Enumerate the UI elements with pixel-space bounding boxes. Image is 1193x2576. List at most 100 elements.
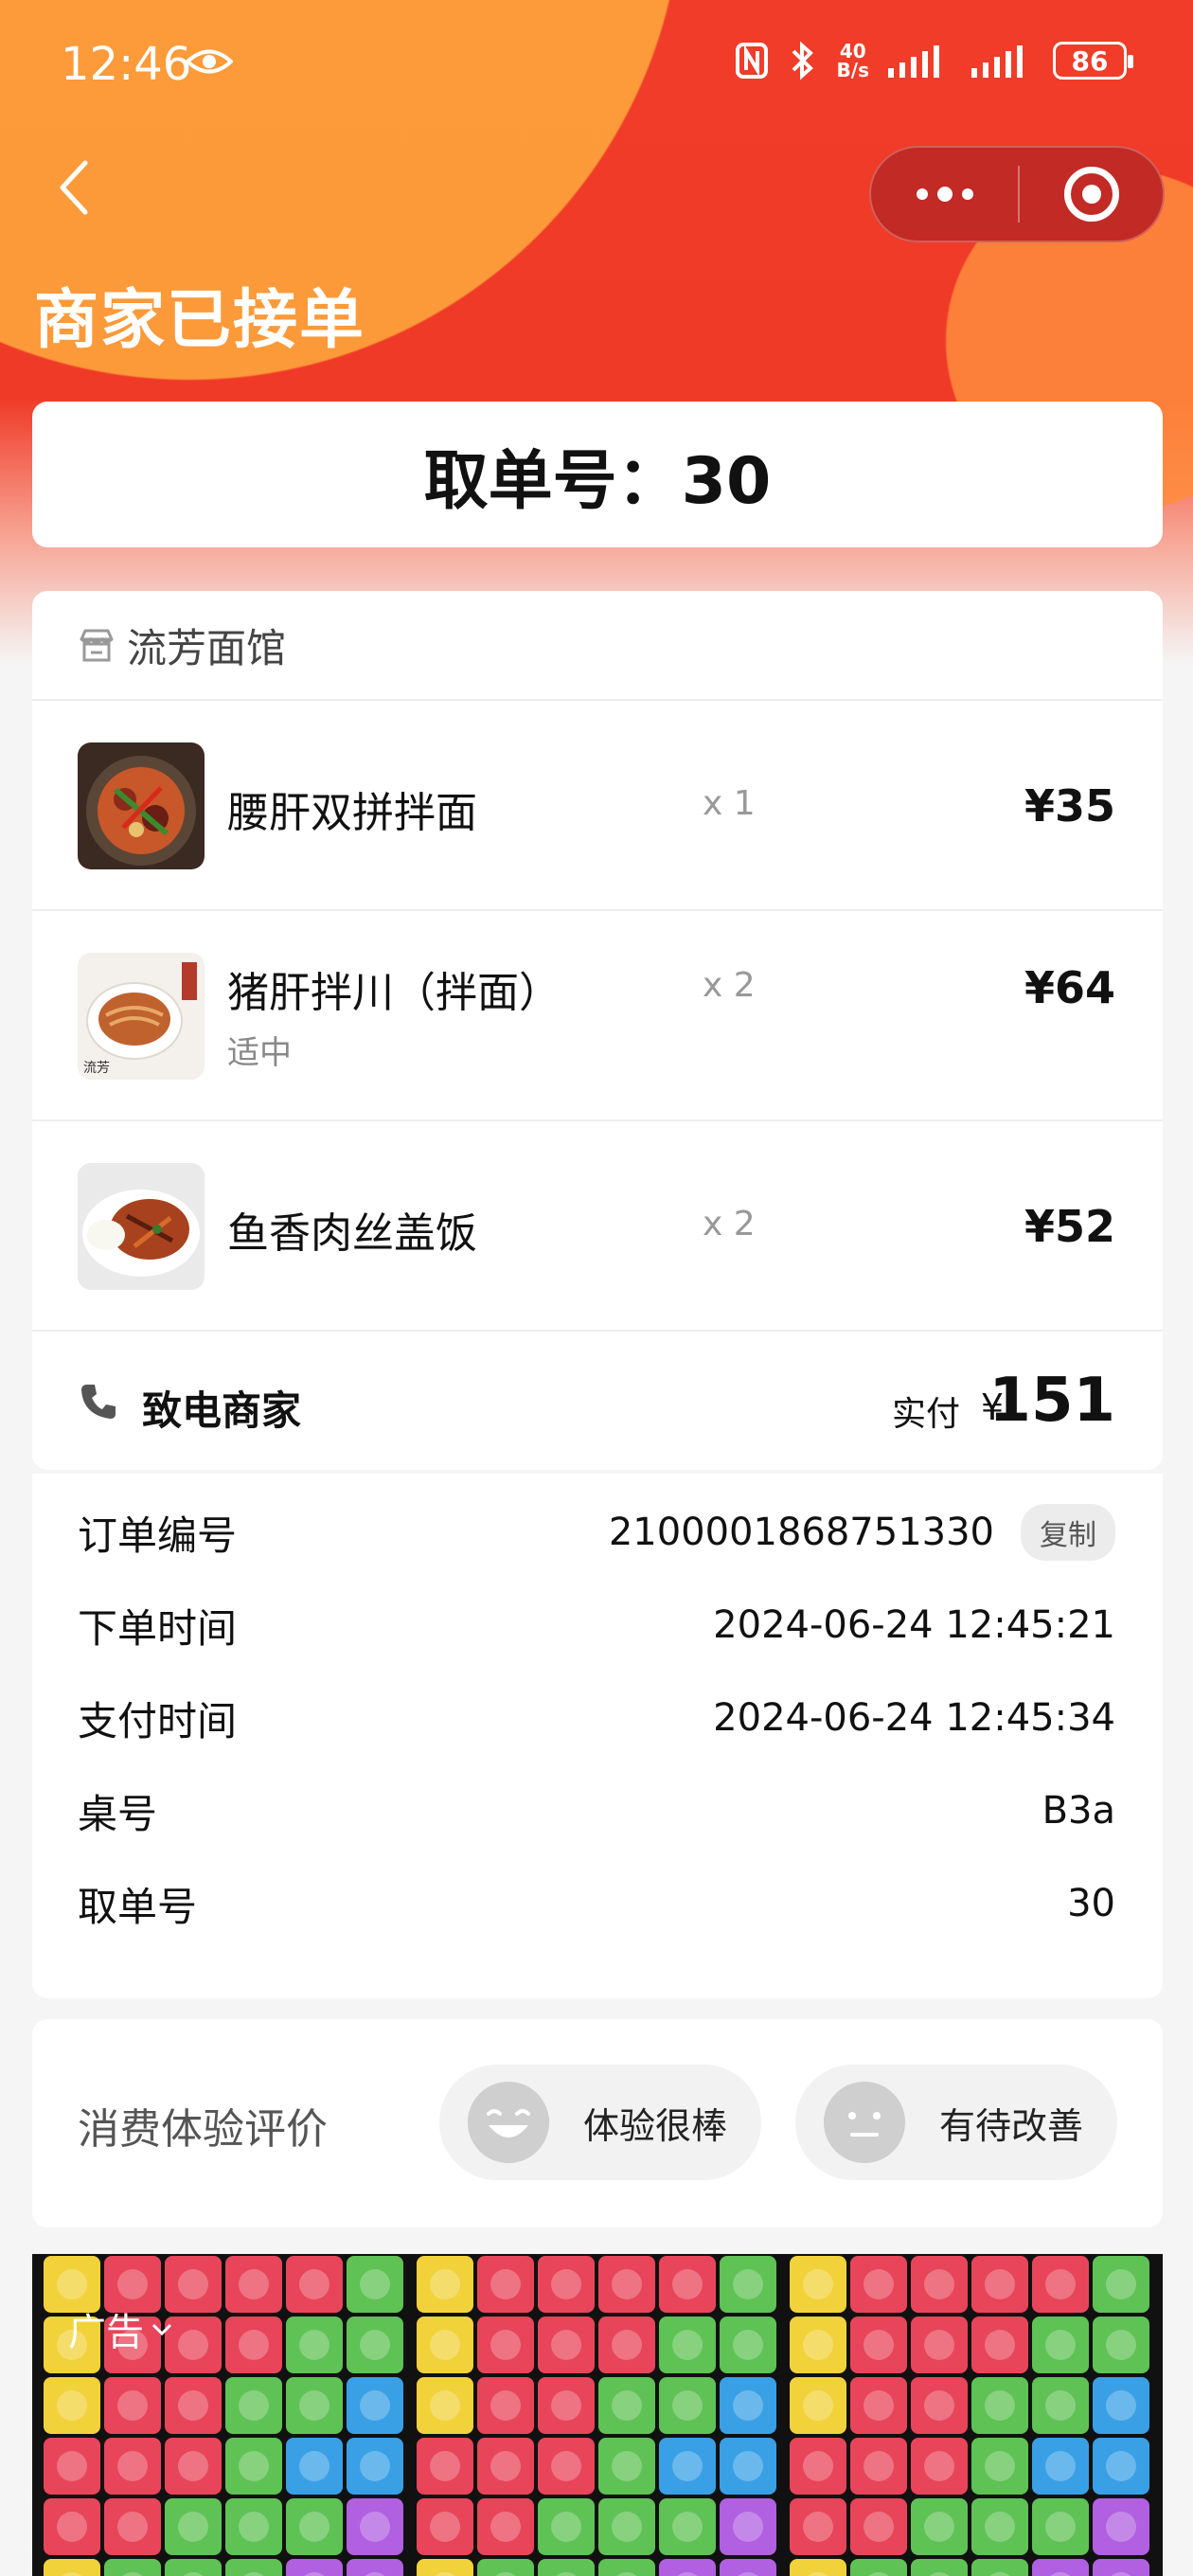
ad-tile-glyph	[612, 2512, 642, 2542]
shop-header[interactable]: 流芳面馆	[32, 591, 1163, 701]
ad-label-text: 广告	[68, 2311, 144, 2354]
ad-tile-glyph	[924, 2390, 954, 2421]
detail-value: 30	[1067, 1882, 1115, 1925]
ad-tile-glyph	[117, 2390, 148, 2421]
ad-tile-glyph	[733, 2390, 763, 2421]
ad-tile-glyph	[551, 2330, 581, 2360]
paid-label: 实付	[891, 1395, 960, 1434]
detail-value: B3a	[1042, 1789, 1115, 1833]
ad-tile-glyph	[803, 2269, 833, 2299]
store-icon	[80, 629, 114, 662]
dish-name: 鱼香肉丝盖饭	[227, 1209, 477, 1258]
dish-price: ¥52	[1024, 1201, 1115, 1252]
order-item: 鱼香肉丝盖饭 x 2 ¥52	[32, 1121, 1163, 1332]
detail-key: 订单编号	[78, 1512, 238, 1559]
ad-tile-glyph	[57, 2512, 87, 2542]
page-title: 商家已接单	[34, 283, 366, 358]
ad-tile-glyph	[360, 2269, 390, 2299]
total-amount: 151	[988, 1366, 1115, 1436]
back-arrow-icon[interactable]	[55, 157, 93, 218]
ad-tile-glyph	[360, 2330, 390, 2360]
miniprogram-capsule	[869, 146, 1165, 242]
order-item: 腰肝双拼拌面 x 1 ¥35	[32, 701, 1163, 911]
dish-quantity: x 2	[703, 1205, 756, 1243]
ad-tile-glyph	[672, 2390, 703, 2421]
payment-summary: 致电商家 实付 ¥ 151	[32, 1332, 1163, 1470]
detail-row-order-number: 订单编号 2100001868751330 复制	[78, 1504, 1115, 1561]
dish-name: 腰肝双拼拌面	[227, 789, 477, 837]
ad-tile-glyph	[1045, 2269, 1076, 2299]
detail-key: 支付时间	[78, 1697, 238, 1744]
rating-label: 消费体验评价	[78, 2105, 328, 2154]
ad-tile-glyph	[733, 2269, 763, 2299]
call-merchant-button[interactable]: 致电商家	[142, 1379, 301, 1437]
happy-face-icon	[468, 2082, 549, 2163]
phone-icon[interactable]	[78, 1381, 119, 1422]
ad-tile-glyph	[864, 2330, 894, 2360]
neutral-face-icon	[824, 2082, 905, 2163]
ad-tile-glyph	[178, 2390, 208, 2421]
ad-tile-glyph	[1106, 2269, 1136, 2299]
ad-tile-glyph	[430, 2512, 460, 2542]
detail-value: 2100001868751330 复制	[609, 1504, 1115, 1561]
close-miniprogram-button[interactable]	[1020, 167, 1163, 222]
detail-key: 取单号	[78, 1883, 198, 1930]
ad-tile-glyph	[612, 2330, 642, 2360]
battery-icon: 86	[1053, 42, 1133, 80]
dot-icon	[916, 188, 928, 200]
ad-tile-glyph	[490, 2330, 521, 2360]
detail-key: 桌号	[78, 1790, 158, 1837]
more-menu-button[interactable]	[871, 148, 1018, 241]
ad-tile-glyph	[864, 2269, 894, 2299]
signal-icon-2	[971, 45, 1023, 78]
ad-tile-glyph	[985, 2512, 1015, 2542]
ad-tile-glyph	[672, 2269, 703, 2299]
dish-name: 猪肝拌川（拌面）	[227, 969, 561, 1017]
rate-bad-button[interactable]: 有待改善	[795, 2065, 1117, 2180]
ad-label[interactable]: 广告	[68, 2301, 174, 2356]
ad-tile-glyph	[551, 2390, 581, 2421]
ad-tile-glyph	[803, 2451, 833, 2481]
ad-tile-glyph	[551, 2512, 581, 2542]
ad-tile-glyph	[360, 2512, 390, 2542]
ad-tile-glyph	[360, 2390, 390, 2421]
dot-icon	[961, 188, 973, 200]
dish-price: ¥35	[1024, 780, 1115, 832]
order-item: 流芳 猪肝拌川（拌面） 适中 x 2 ¥64	[32, 911, 1163, 1121]
rate-good-button[interactable]: 体验很棒	[439, 2065, 761, 2180]
ad-tile-glyph	[490, 2512, 521, 2542]
ad-banner[interactable]: 广告	[32, 2254, 1163, 2576]
detail-key: 下单时间	[78, 1604, 238, 1652]
ad-tile-glyph	[299, 2512, 329, 2542]
ad-tile-glyph	[178, 2330, 208, 2360]
ad-tile-glyph	[985, 2390, 1015, 2421]
ad-tile-glyph	[612, 2390, 642, 2421]
ad-tile-glyph	[57, 2451, 87, 2481]
ad-tile-glyph	[178, 2451, 208, 2481]
ad-tile-glyph	[924, 2269, 954, 2299]
ad-tile-glyph	[299, 2390, 329, 2421]
ad-tile-glyph	[924, 2451, 954, 2481]
ad-tile-glyph	[612, 2269, 642, 2299]
ad-tile-glyph	[803, 2390, 833, 2421]
target-icon	[1063, 167, 1119, 222]
ad-tile-glyph	[1106, 2512, 1136, 2542]
ad-tile-glyph	[239, 2451, 269, 2481]
ad-tile-glyph	[1106, 2451, 1136, 2481]
ad-tile-glyph	[490, 2390, 521, 2421]
ad-tile-glyph	[57, 2269, 87, 2299]
eye-icon	[186, 49, 233, 74]
ad-tile-glyph	[864, 2451, 894, 2481]
ad-tile-glyph	[612, 2451, 642, 2481]
copy-button[interactable]: 复制	[1021, 1504, 1115, 1561]
ad-tile-glyph	[178, 2269, 208, 2299]
rating-card: 消费体验评价 体验很棒 有待改善	[32, 2019, 1163, 2227]
ad-tile-glyph	[1106, 2330, 1136, 2360]
ad-tile-glyph	[178, 2512, 208, 2542]
detail-row-table: 桌号 B3a	[78, 1782, 1115, 1839]
ad-tile-glyph	[1045, 2451, 1076, 2481]
rate-good-label: 体验很棒	[583, 2104, 728, 2147]
ad-tile-glyph	[985, 2451, 1015, 2481]
network-speed-value: 40	[839, 40, 866, 63]
ad-tile-glyph	[1106, 2390, 1136, 2421]
